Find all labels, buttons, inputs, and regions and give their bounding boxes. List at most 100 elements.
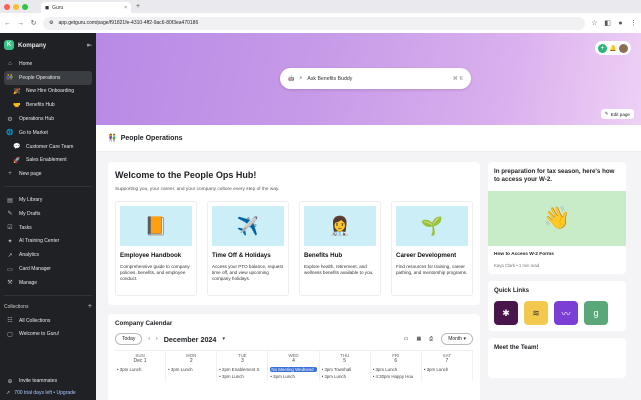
- bookmark-star-icon[interactable]: ☆: [591, 19, 598, 27]
- sidebar-item-sales-enablement[interactable]: 🚀 Sales Enablement: [0, 154, 96, 168]
- card-benefits-hub[interactable]: 👩‍⚕️ Benefits Hub Explore health, retire…: [299, 201, 381, 296]
- main-content: + 🔔 🤖 ⌕ Ask Benefits Buddy ⌘ K ✎ Edit pa…: [96, 33, 641, 400]
- app-icon[interactable]: 〰: [554, 301, 578, 326]
- sidebar-item-my-drafts[interactable]: ✎ My Drafts: [0, 207, 96, 221]
- top-actions: + 🔔: [595, 41, 631, 55]
- calendar-event[interactable]: • 3pm Lunch: [322, 374, 368, 379]
- meet-title: Meet the Team!: [494, 343, 539, 351]
- trial-banner[interactable]: ➚ 700 trial days left • Upgrade: [0, 388, 96, 400]
- sidebar-item-operations-hub[interactable]: ⚙ Operations Hub: [0, 112, 96, 126]
- calendar-controls: Today ‹ › December 2024 ▾ ▭ ▦ ⎙ Month ▾: [115, 333, 473, 345]
- sidebar-item-card-manager[interactable]: ▭ Card Manager: [0, 262, 96, 276]
- browser-menu-icon[interactable]: ⋮: [630, 19, 637, 27]
- greenhouse-icon[interactable]: g: [584, 301, 608, 326]
- month-label[interactable]: December 2024: [164, 335, 217, 344]
- sidebar-footer: ⊕ Invite teammates ➚ 700 trial days left •…: [0, 374, 96, 400]
- sidebar-item-new-page[interactable]: + New page: [0, 167, 96, 181]
- print-icon[interactable]: ⎙: [429, 336, 433, 342]
- calendar-title: Company Calendar: [115, 320, 173, 327]
- calendar-day[interactable]: SAT 7 • 3pm Lunch: [422, 351, 473, 381]
- bell-icon[interactable]: 🔔: [609, 45, 616, 52]
- card-time-off[interactable]: ✈️ Time Off & Holidays Access your PTO b…: [207, 201, 289, 296]
- browser-chrome: ◼ Guru × + ← → ↻ ⚙ app.getguru.com/page/…: [0, 0, 641, 33]
- collections-label: Collections: [4, 303, 29, 310]
- calendar-day[interactable]: THU 5 • 3pm Townhall • 3pm Lunch: [320, 351, 371, 381]
- sidebar-item-manage[interactable]: ⚒ Manage: [0, 276, 96, 290]
- card-career-development[interactable]: 🌱 Career Development Find resources for …: [391, 201, 473, 296]
- plus-icon: +: [8, 171, 12, 178]
- sidebar-item-ai-training-center[interactable]: ✦ AI Training Center: [0, 235, 96, 249]
- day-number: 3: [240, 358, 244, 364]
- sidebar-item-my-library[interactable]: ▤ My Library: [0, 193, 96, 207]
- workspace-header[interactable]: K Kompany ⇤: [0, 33, 96, 57]
- w2-card-title[interactable]: How to Access W-2 Forms: [494, 252, 620, 257]
- calendar-day[interactable]: TUE 3 • 2pm Enablement S • 3pm Lunch: [217, 351, 269, 381]
- calendar-day[interactable]: MON 2 • 3pm Lunch: [166, 351, 218, 381]
- sidebar-item-people-operations[interactable]: 👫 People Operations: [4, 70, 92, 85]
- collections-header: Collections +: [0, 300, 96, 314]
- sidebar-item-analytics[interactable]: ↗ Analytics: [0, 248, 96, 262]
- card-text: Explore health, retirement, and wellness…: [304, 264, 374, 276]
- sidebar-item-welcome-to-guru[interactable]: ▢ Welcome to Guru!: [0, 328, 96, 342]
- welcome-block: Welcome to the People Ops Hub! Supportin…: [108, 162, 480, 305]
- minimize-window-icon[interactable]: [13, 3, 19, 10]
- chevron-down-icon[interactable]: ▾: [222, 336, 225, 342]
- new-tab-icon[interactable]: +: [136, 3, 140, 10]
- card-employee-handbook[interactable]: 📙 Employee Handbook Comprehensive guide …: [115, 201, 197, 296]
- add-collection-icon[interactable]: +: [88, 303, 92, 310]
- search-placeholder: Ask Benefits Buddy: [307, 75, 353, 82]
- card-text: Comprehensive guide to company policies,…: [120, 264, 190, 282]
- calendar-event[interactable]: • 3pm Lunch: [219, 374, 265, 379]
- maximize-window-icon[interactable]: [22, 3, 28, 10]
- calendar-event[interactable]: • 2pm Enablement S: [219, 367, 265, 372]
- calendar-event-allday[interactable]: No Meeting Wednesd: [270, 367, 317, 372]
- calendar-day[interactable]: WED 4 No Meeting Wednesd • 3pm Lunch: [268, 351, 320, 381]
- reload-icon[interactable]: ↻: [30, 19, 37, 27]
- today-button[interactable]: Today: [115, 333, 143, 345]
- sidebar-item-go-to-market[interactable]: 🌐 Go to Market: [0, 126, 96, 140]
- sidebar-item-tasks[interactable]: ☑ Tasks: [0, 221, 96, 235]
- search-icon: ⌕: [299, 75, 303, 81]
- gear-emoji-icon: ⚙: [7, 116, 13, 123]
- invite-teammates-link[interactable]: ⊕ Invite teammates: [0, 374, 96, 388]
- calendar-icon[interactable]: ▦: [416, 336, 421, 342]
- tool-icon[interactable]: ≋: [524, 301, 548, 326]
- calendar-event[interactable]: • 3pm Lunch: [117, 367, 163, 372]
- sidebar-item-new-hire-onboarding[interactable]: 🎉 New Hire Onboarding: [0, 85, 96, 99]
- edit-page-button[interactable]: ✎ Edit page: [600, 109, 634, 119]
- avatar[interactable]: [618, 43, 628, 53]
- sidebar-item-benefits-hub[interactable]: 🤝 Benefits Hub: [0, 98, 96, 112]
- close-tab-icon[interactable]: ×: [124, 5, 127, 11]
- collapse-sidebar-icon[interactable]: ⇤: [87, 42, 92, 49]
- next-month-icon[interactable]: ›: [156, 336, 158, 342]
- sidebar-item-home[interactable]: ⌂ Home: [0, 57, 96, 71]
- calendar-event[interactable]: • 4:30pm Happy Hou: [373, 374, 419, 379]
- sidebar-item-customer-care-team[interactable]: 💬 Customer Care Team: [0, 140, 96, 154]
- comment-icon[interactable]: ▭: [404, 336, 409, 342]
- ask-ai-search-bar[interactable]: 🤖 ⌕ Ask Benefits Buddy ⌘ K: [280, 68, 471, 89]
- site-info-icon[interactable]: ⚙: [49, 20, 53, 26]
- calendar-day[interactable]: SUN Dec 1 • 3pm Lunch: [115, 351, 167, 381]
- calendar-event[interactable]: • 3pm Lunch: [373, 367, 419, 372]
- view-select[interactable]: Month ▾: [441, 333, 473, 345]
- browser-tab[interactable]: ◼ Guru ×: [41, 2, 131, 13]
- calendar-event[interactable]: • 3pm Townhall: [322, 367, 368, 372]
- calendar-event[interactable]: • 3pm Lunch: [270, 374, 316, 379]
- url-field[interactable]: ⚙ app.getguru.com/page/f91821fe-4310-4ff…: [43, 16, 585, 30]
- waving-hand-icon: 👋: [488, 190, 626, 246]
- profile-icon[interactable]: ●: [617, 20, 624, 27]
- create-plus-icon[interactable]: +: [598, 43, 608, 53]
- close-window-icon[interactable]: [4, 3, 10, 10]
- sidebar-item-label: Home: [19, 60, 33, 67]
- extensions-icon[interactable]: ◧: [604, 19, 611, 27]
- slack-icon[interactable]: ✱: [494, 301, 518, 326]
- sidebar-item-all-collections[interactable]: ☷ All Collections: [0, 314, 96, 328]
- calendar-event[interactable]: • 3pm Lunch: [424, 367, 470, 372]
- doctor-icon: 👩‍⚕️: [304, 206, 376, 246]
- calendar-day[interactable]: FRI 6 • 3pm Lunch • 4:30pm Happy Hou: [371, 351, 422, 381]
- forward-icon[interactable]: →: [17, 20, 24, 27]
- back-icon[interactable]: ←: [4, 20, 11, 27]
- prev-month-icon[interactable]: ‹: [148, 336, 150, 342]
- calendar-event[interactable]: • 3pm Lunch: [168, 367, 214, 372]
- rocket-icon: ➚: [6, 390, 11, 396]
